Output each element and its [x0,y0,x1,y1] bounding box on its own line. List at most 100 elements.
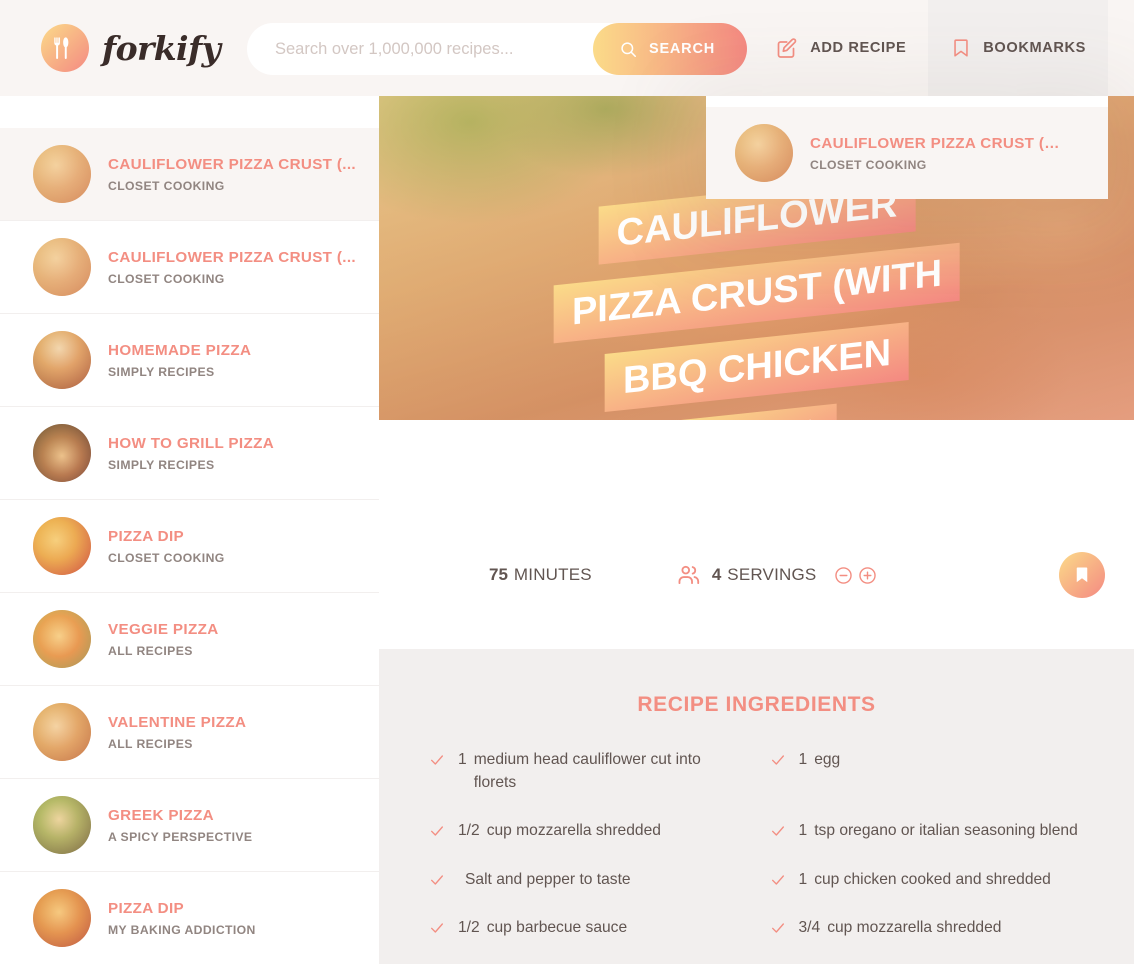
result-thumbnail [33,796,91,854]
result-publisher: SIMPLY RECIPES [108,364,215,379]
bookmark-icon [950,37,972,59]
result-text: PIZZA DIP MY BAKING ADDICTION [108,900,256,937]
cook-time-value: 75 [489,565,508,584]
result-item[interactable]: HOW TO GRILL PIZZA SIMPLY RECIPES [0,407,379,500]
ingredient-description: egg [814,751,841,768]
results-top-spacer [0,96,379,128]
result-text: CAULIFLOWER PIZZA CRUST (... CLOSET COOK… [108,249,356,286]
result-publisher: CLOSET COOKING [108,550,225,565]
search-button[interactable]: SEARCH [592,23,747,75]
result-title: CAULIFLOWER PIZZA CRUST (... [108,155,356,173]
ingredient-quantity: 1 [798,751,808,768]
result-title: CAULIFLOWER PIZZA CRUST (... [108,248,356,266]
cook-time: 75 MINUTES [489,565,592,585]
result-thumbnail [33,424,91,482]
result-text: PIZZA DIP CLOSET COOKING [108,528,225,565]
increase-servings-button[interactable] [857,565,878,586]
result-item[interactable]: PIZZA DIP MY BAKING ADDICTION [0,872,379,964]
result-item[interactable]: CAULIFLOWER PIZZA CRUST (... CLOSET COOK… [0,221,379,314]
check-icon [770,823,786,839]
result-item[interactable]: CAULIFLOWER PIZZA CRUST (... CLOSET COOK… [0,128,379,221]
bookmark-title: CAULIFLOWER PIZZA CRUST (WI... [810,134,1060,152]
ingredients-list: 1 medium head cauliflower cut into flore… [429,749,1084,964]
result-title: VEGGIE PIZZA [108,620,219,638]
fork-spoon-icon [41,24,89,72]
result-title: VALENTINE PIZZA [108,713,247,731]
result-text: HOMEMADE PIZZA SIMPLY RECIPES [108,342,251,379]
result-thumbnail [33,703,91,761]
ingredient-quantity: 1/2 [458,822,480,840]
bookmark-publisher: CLOSET COOKING [810,157,927,172]
ingredient-item: 1 medium head cauliflower cut into flore… [429,749,744,794]
result-thumbnail [33,610,91,668]
result-title: PIZZA DIP [108,899,184,917]
bookmarks-list: CAULIFLOWER PIZZA CRUST (WI... CLOSET CO… [706,107,1108,199]
search-results-panel: CAULIFLOWER PIZZA CRUST (... CLOSET COOK… [0,96,379,964]
result-thumbnail [33,238,91,296]
search-form[interactable]: SEARCH [247,23,747,75]
nav-add-recipe-label: ADD RECIPE [810,40,907,56]
brand-name: forkify [102,28,221,68]
result-thumbnail [33,145,91,203]
ingredient-item: 1 cup chicken cooked and shredded [770,869,1085,892]
result-title: GREEK PIZZA [108,806,214,824]
ingredient-description: cup barbecue sauce [486,919,628,937]
ingredient-description: cup chicken cooked and shredded [814,870,1051,888]
ingredient-quantity: 1/2 [458,919,480,937]
check-icon [770,752,786,768]
bookmark-item[interactable]: CAULIFLOWER PIZZA CRUST (WI... CLOSET CO… [706,107,1108,199]
cook-time-unit: MINUTES [513,565,592,584]
servings-value: 4 [711,565,722,584]
result-publisher: A SPICY PERSPECTIVE [108,829,253,844]
ingredient-item: 1 egg [770,749,1085,794]
result-publisher: ALL RECIPES [108,736,193,751]
plus-circle-icon [857,565,878,586]
main-nav: ADD RECIPE BOOKMARKS [753,0,1108,96]
bookmark-thumbnail [735,124,793,182]
search-input[interactable] [275,39,575,59]
recipe-ingredients-section: RECIPE INGREDIENTS 1 medium head caulifl… [379,649,1134,964]
logo[interactable]: forkify [41,24,221,72]
result-item[interactable]: VEGGIE PIZZA ALL RECIPES [0,593,379,686]
bookmark-recipe-button[interactable] [1059,552,1106,598]
servings-unit: SERVINGS [727,565,817,584]
nav-bookmarks[interactable]: BOOKMARKS [928,0,1108,96]
edit-pencil-icon [775,36,799,60]
ingredient-item: Salt and pepper to taste [429,869,744,892]
search-results-list: CAULIFLOWER PIZZA CRUST (... CLOSET COOK… [0,128,379,964]
check-icon [770,920,786,936]
ingredient-description: medium head cauliflower cut into florets [473,751,701,791]
result-item[interactable]: GREEK PIZZA A SPICY PERSPECTIVE [0,779,379,872]
ingredient-quantity: 3/4 [798,919,821,937]
result-item[interactable]: PIZZA DIP CLOSET COOKING [0,500,379,593]
forkify-app: forkify SEARCH [0,0,1134,964]
ingredient-quantity: 1 [798,870,808,888]
result-text: VEGGIE PIZZA ALL RECIPES [108,621,219,658]
check-icon [429,872,445,888]
check-icon [429,823,445,839]
search-icon [619,40,638,59]
bookmark-filled-icon [1072,565,1092,585]
ingredient-quantity: 1 [798,822,808,840]
check-icon [429,920,445,936]
check-icon [429,752,445,768]
nav-add-recipe[interactable]: ADD RECIPE [753,0,928,96]
nav-bookmarks-label: BOOKMARKS [983,40,1086,56]
result-item[interactable]: VALENTINE PIZZA ALL RECIPES [0,686,379,779]
recipe-title-line: BBQ CHICKEN [604,321,909,412]
result-item[interactable]: HOMEMADE PIZZA SIMPLY RECIPES [0,314,379,407]
ingredient-item: 1/2 cup mozzarella shredded [429,820,744,843]
ingredients-heading: RECIPE INGREDIENTS [637,693,876,716]
result-text: VALENTINE PIZZA ALL RECIPES [108,714,246,751]
minus-circle-icon [833,565,854,586]
bookmarks-dropdown: CAULIFLOWER PIZZA CRUST (WI... CLOSET CO… [706,96,1108,199]
servings-stepper [833,565,878,586]
result-publisher: MY BAKING ADDICTION [108,922,256,937]
result-publisher: CLOSET COOKING [108,271,225,286]
result-thumbnail [33,517,91,575]
result-publisher: ALL RECIPES [108,643,193,658]
result-title: HOMEMADE PIZZA [108,341,252,359]
decrease-servings-button[interactable] [833,565,854,586]
result-thumbnail [33,889,91,947]
ingredient-description: Salt and pepper to taste [465,870,631,888]
